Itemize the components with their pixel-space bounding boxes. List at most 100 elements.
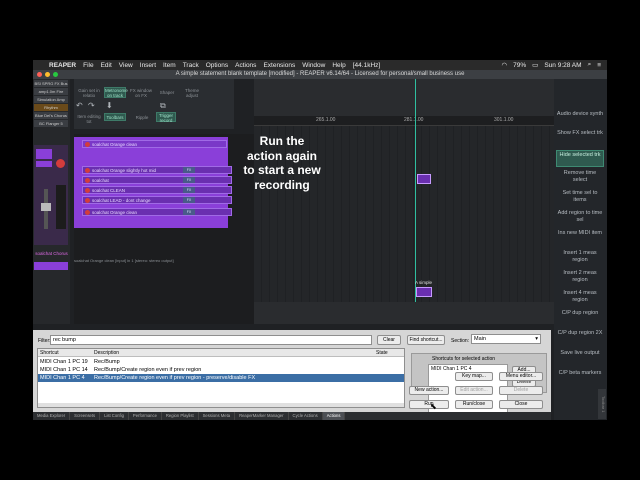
fader-handle[interactable] (41, 203, 51, 211)
track-fx-button[interactable]: FX (183, 209, 195, 215)
menu-window[interactable]: Window (302, 62, 325, 69)
action-button[interactable]: Insert 2 meas region (556, 270, 604, 283)
list-scrollbar[interactable] (38, 403, 404, 407)
track-name[interactable]: soalchat (92, 178, 109, 183)
media-item[interactable] (416, 287, 432, 297)
track-row[interactable]: soalchat Orange slightly hot mid FX (82, 166, 232, 174)
action-button[interactable]: Insert 4 meas region (556, 290, 604, 303)
tab-region-playlist[interactable]: Region Playlist (162, 412, 199, 420)
track-name[interactable]: soalchat Orange slightly hot mid (92, 168, 156, 173)
track-row[interactable]: soalchat LEAD - dont change FX (82, 196, 232, 204)
track-fx-button[interactable]: FX (183, 177, 195, 183)
glue-icon[interactable]: ⧉ (160, 101, 166, 111)
toolbars-button[interactable]: Toolbars (104, 113, 126, 121)
menu-editor-button[interactable]: Menu editor... (499, 372, 543, 381)
left-strip-item[interactable]: BSI SPRG FX Bus (34, 80, 68, 87)
action-button[interactable]: Add region to time sel (556, 210, 604, 223)
action-button[interactable]: Save live output (556, 350, 604, 357)
new-action-button[interactable]: New action... (409, 386, 449, 395)
track-name[interactable]: soalchat Orange clean (92, 142, 137, 147)
trigger-record-button[interactable]: Trigger record (156, 112, 176, 123)
tab-sessions-meta[interactable]: Sessions Meta (199, 412, 236, 420)
master-meter-button[interactable] (36, 149, 52, 159)
actions-list[interactable]: Shortcut Description State MIDI Chan 1 P… (37, 348, 405, 408)
track-row[interactable]: soalchat Orange clean (82, 140, 227, 148)
filter-input[interactable]: rec bump (50, 335, 372, 345)
delete-action-button[interactable]: Delete (499, 386, 543, 395)
master-mute-button[interactable] (36, 161, 52, 167)
record-arm-icon[interactable] (85, 178, 90, 183)
action-button[interactable]: Show FX select trk (556, 130, 604, 137)
col-shortcut[interactable]: Shortcut (40, 349, 59, 357)
menu-track[interactable]: Track (183, 62, 199, 69)
track-row[interactable]: soalchat CLEAN FX (82, 186, 232, 194)
menu-edit[interactable]: Edit (101, 62, 112, 69)
menu-app-name[interactable]: REAPER (49, 62, 76, 69)
track-row[interactable]: soalchat FX (82, 176, 232, 184)
menu-help[interactable]: Help (332, 62, 345, 69)
close-button[interactable]: Close (499, 400, 543, 409)
track-name[interactable]: soalchat Orange clean (92, 210, 137, 215)
action-button[interactable]: C/P dup region 2X (556, 330, 604, 337)
left-strip-item[interactable]: Simulation Amp (34, 96, 68, 103)
tab-actions[interactable]: Actions (322, 412, 346, 420)
action-button[interactable]: Ins new MIDI item (556, 230, 604, 237)
arrange-view[interactable]: 265.1.00 281.1.00 301.1.00 A simple (254, 79, 554, 324)
menu-actions[interactable]: Actions (235, 62, 256, 69)
track-name[interactable]: soalchat CLEAN (92, 188, 125, 193)
clear-button[interactable]: Clear (377, 335, 401, 345)
redo-icon[interactable]: ↷ (88, 101, 95, 110)
master-send-button[interactable] (34, 262, 68, 270)
action-button[interactable]: Set time sel to items (556, 190, 604, 203)
track-name[interactable]: soalchat LEAD - dont change (92, 198, 151, 203)
tab-screensets[interactable]: Screensets (70, 412, 101, 420)
metronome-button[interactable]: Metronome on track (104, 87, 128, 98)
action-button[interactable]: C/P beta markers (556, 370, 604, 377)
menu-samplerate[interactable]: [44.1kHz] (353, 62, 380, 69)
track-row[interactable]: soalchat Orange clean FX (82, 208, 232, 216)
wifi-icon[interactable]: ◠ (501, 61, 507, 69)
toolbar-docker-tab[interactable]: Toolbar 1 (598, 389, 606, 419)
tab-performance[interactable]: Performance (129, 412, 162, 420)
record-arm-icon[interactable] (85, 198, 90, 203)
left-strip-item[interactable]: Blue Del's Chorus (34, 112, 68, 119)
key-map-button[interactable]: Key map... (455, 372, 493, 381)
section-select[interactable]: Main ▾ (471, 334, 541, 344)
action-row[interactable]: MIDI Chan 1 PC 19 Rec/Bump (38, 358, 404, 366)
timeline-ruler[interactable]: 265.1.00 281.1.00 301.1.00 (254, 116, 554, 126)
menu-options[interactable]: Options (206, 62, 228, 69)
record-arm-icon[interactable] (85, 142, 90, 147)
find-shortcut-button[interactable]: Find shortcut... (407, 335, 445, 345)
tab-media-explorer[interactable]: Media Explorer (33, 412, 71, 420)
col-description[interactable]: Description (94, 349, 119, 357)
action-row-selected[interactable]: MIDI Chan 1 PC 4 Rec/Bump/Create region e… (38, 374, 404, 382)
menu-file[interactable]: File (83, 62, 93, 69)
track-fx-button[interactable]: FX (183, 197, 195, 203)
action-button[interactable]: Remove time select (556, 170, 604, 183)
zoom-window-button[interactable] (53, 72, 58, 77)
left-strip-item[interactable]: amp1.0m Fire (34, 88, 68, 95)
media-item[interactable] (417, 174, 431, 184)
record-arm-icon[interactable] (56, 159, 65, 168)
tab-list-config[interactable]: List Config (100, 412, 129, 420)
left-strip-item[interactable]: Rhythm (34, 104, 68, 111)
clock[interactable]: Sun 9:28 AM (544, 62, 581, 69)
menu-list-icon[interactable]: ≡ (597, 62, 601, 69)
left-strip-item[interactable]: BC Flanger 5 (34, 120, 68, 127)
action-button[interactable]: Insert 1 meas region (556, 250, 604, 263)
menu-insert[interactable]: Insert (140, 62, 156, 69)
track-fx-button[interactable]: FX (183, 167, 195, 173)
record-arm-icon[interactable] (85, 210, 90, 215)
track-fx-button[interactable]: FX (183, 187, 195, 193)
undo-icon[interactable]: ↶ (76, 101, 83, 110)
battery-icon[interactable]: ▭ (532, 61, 538, 69)
run-close-button[interactable]: Run/close (455, 400, 493, 409)
action-button-active[interactable]: Hide selected trk (556, 150, 604, 167)
close-window-button[interactable] (37, 72, 42, 77)
menu-view[interactable]: View (119, 62, 133, 69)
action-button[interactable]: C/P dup region (556, 310, 604, 317)
tab-marker-manager[interactable]: ReaperMarker Manager (235, 412, 289, 420)
run-button[interactable]: Run (409, 400, 449, 409)
record-arm-icon[interactable] (85, 188, 90, 193)
action-button[interactable]: Audio device synth (556, 111, 604, 118)
